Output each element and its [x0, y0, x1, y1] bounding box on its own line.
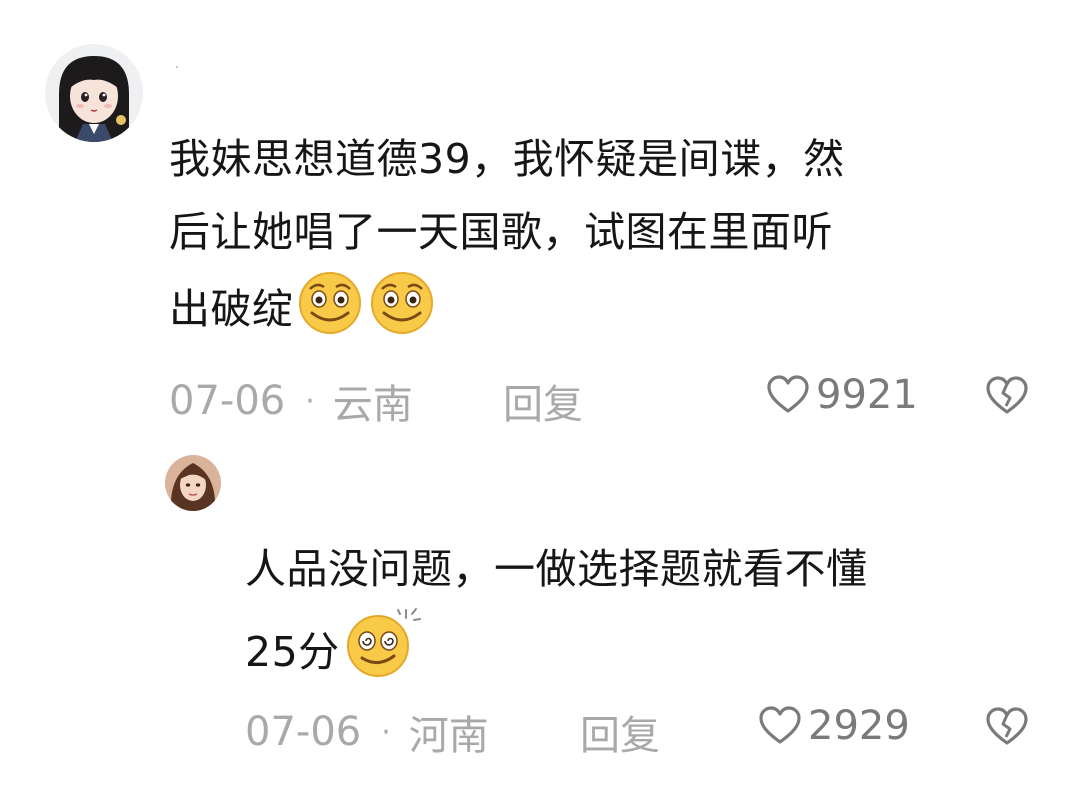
comment-line: 我妹思想道德39，我怀疑是间谍，然 — [169, 135, 845, 183]
like-count: 9921 — [816, 372, 918, 418]
smug-face-emoji — [294, 269, 366, 358]
reply-button[interactable]: 回复 — [503, 372, 583, 430]
small-dot — [176, 66, 178, 68]
meta-separator: · — [305, 383, 315, 419]
broken-heart-icon[interactable] — [985, 376, 1029, 420]
comment-meta: 07-06 · 河南 — [245, 703, 489, 761]
comment-region: 河南 — [408, 713, 489, 759]
comment-line: 25分 — [245, 606, 1065, 701]
meta-separator: · — [381, 714, 391, 750]
comment-line: 人品没问题，一做选择题就看不懂 — [245, 545, 868, 593]
dizzy-face-emoji — [340, 606, 422, 701]
broken-heart-icon[interactable] — [985, 707, 1029, 751]
comment-line: 后让她唱了一天国歌，试图在里面听 — [169, 208, 833, 256]
comment-line: 出破绽 — [169, 269, 1049, 358]
like-count: 2929 — [808, 703, 910, 749]
comment-date: 07-06 — [169, 378, 286, 424]
comment-region: 云南 — [332, 382, 413, 428]
woman-portrait-avatar-icon[interactable] — [165, 455, 221, 511]
comment-text: 人品没问题，一做选择题就看不懂 25分 — [245, 533, 1065, 701]
comment-text: 我妹思想道德39，我怀疑是间谍，然 后让她唱了一天国歌，试图在里面听 出破绽 — [169, 123, 1049, 358]
smug-face-emoji — [366, 269, 438, 358]
anime-girl-avatar-icon[interactable] — [45, 44, 143, 142]
heart-icon — [767, 375, 809, 413]
comment-date: 07-06 — [245, 709, 362, 755]
like-button[interactable]: 9921 — [766, 372, 918, 418]
reply-button[interactable]: 回复 — [580, 703, 660, 761]
heart-icon — [759, 706, 801, 744]
comment-meta: 07-06 · 云南 — [169, 372, 413, 430]
like-button[interactable]: 2929 — [758, 703, 910, 749]
